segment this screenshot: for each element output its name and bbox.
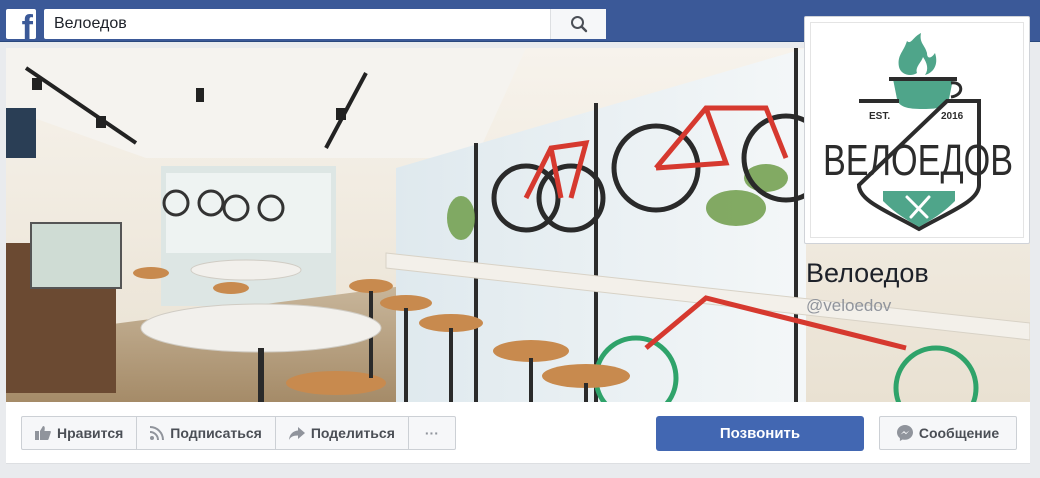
more-options-button[interactable]: ··· xyxy=(409,417,455,449)
messenger-icon xyxy=(896,425,913,441)
page-actions-group: Нравится Подписаться Поделиться ··· xyxy=(21,416,456,450)
page-handle[interactable]: @veloedov xyxy=(806,296,891,316)
share-button-label: Поделиться xyxy=(310,425,395,441)
logo-est-text: EST. xyxy=(869,111,890,122)
share-icon xyxy=(288,426,305,440)
search-box[interactable]: Велоедов xyxy=(44,9,606,39)
like-icon xyxy=(35,426,51,440)
subscribe-button-label: Подписаться xyxy=(170,425,262,441)
call-button-label: Позвонить xyxy=(719,425,801,442)
message-button-label: Сообщение xyxy=(918,425,1000,441)
search-icon xyxy=(570,16,587,33)
veloedov-logo-icon: EST. 2016 ВЕЛОЕДОВ xyxy=(823,33,1013,232)
page-name: Велоедов xyxy=(806,258,929,288)
search-input[interactable]: Велоедов xyxy=(44,15,550,33)
page-action-bar: Нравится Подписаться Поделиться ··· Позв… xyxy=(6,402,1030,464)
logo-wordmark-text: ВЕЛОЕДОВ xyxy=(823,136,1013,185)
facebook-logo-icon[interactable]: f xyxy=(6,9,36,39)
like-button-label: Нравится xyxy=(57,425,124,441)
call-button[interactable]: Позвонить xyxy=(656,416,864,451)
logo-year-text: 2016 xyxy=(941,111,964,122)
share-button[interactable]: Поделиться xyxy=(276,417,409,449)
search-button[interactable] xyxy=(550,9,606,39)
like-button[interactable]: Нравится xyxy=(22,417,138,449)
rss-icon xyxy=(150,426,165,440)
profile-picture[interactable]: EST. 2016 ВЕЛОЕДОВ xyxy=(804,16,1030,244)
more-options-label: ··· xyxy=(424,425,439,441)
subscribe-button[interactable]: Подписаться xyxy=(137,417,276,449)
message-button[interactable]: Сообщение xyxy=(879,416,1017,450)
